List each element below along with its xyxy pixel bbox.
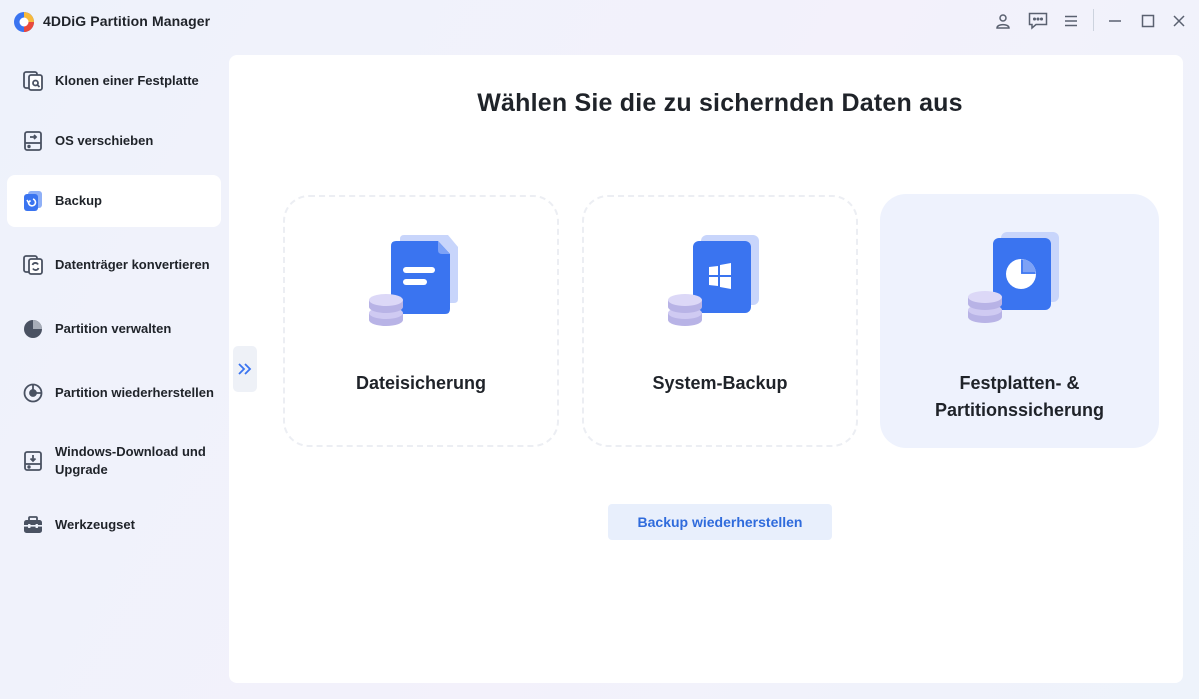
partition-recover-icon xyxy=(23,383,43,403)
sidebar-item-partition-manage[interactable]: Partition verwalten xyxy=(7,303,221,355)
double-chevron-right-icon xyxy=(238,363,252,375)
account-icon[interactable] xyxy=(992,10,1014,32)
partition-manage-icon xyxy=(24,320,42,338)
restore-backup-button[interactable]: Backup wiederherstellen xyxy=(608,504,832,540)
sidebar-item-toolbox[interactable]: Werkzeugset xyxy=(7,499,221,551)
sidebar-item-label: Werkzeugset xyxy=(55,517,135,532)
os-migrate-icon xyxy=(24,131,42,151)
app-logo-icon xyxy=(14,12,34,32)
sidebar-item-label: Partition wiederherstellen xyxy=(55,385,214,400)
page-title: Wählen Sie die zu sichernden Daten aus xyxy=(477,89,963,117)
card-label: Festplatten- & Partitionssicherung xyxy=(934,373,1105,420)
system-backup-card[interactable]: System-Backup xyxy=(582,195,858,447)
sidebar-item-label: Backup xyxy=(55,193,102,208)
sidebar-item-label: Windows-Download und Upgrade xyxy=(55,444,206,477)
sidebar-item-partition-recover[interactable]: Partition wiederherstellen xyxy=(7,367,221,419)
minimize-icon[interactable] xyxy=(1104,10,1126,32)
expand-sidebar-button[interactable] xyxy=(233,346,257,392)
sidebar-item-disk-clone[interactable]: Klonen einer Festplatte xyxy=(7,55,221,107)
file-backup-icon xyxy=(369,235,458,326)
close-icon[interactable] xyxy=(1168,10,1190,32)
title-bar: 4DDiG Partition Manager xyxy=(0,0,1199,42)
sidebar-item-label: Partition verwalten xyxy=(55,321,172,336)
menu-icon[interactable] xyxy=(1060,10,1082,32)
main-panel: Wählen Sie die zu sichernden Daten aus D… xyxy=(229,55,1183,683)
sidebar-item-label: Datenträger konvertieren xyxy=(55,257,210,272)
sidebar-item-disk-convert[interactable]: Datenträger konvertieren xyxy=(7,239,221,291)
disk-clone-icon xyxy=(23,71,43,91)
sidebar-item-backup[interactable]: Backup xyxy=(7,175,221,227)
file-backup-card[interactable]: Dateisicherung xyxy=(283,195,559,447)
card-label: System-Backup xyxy=(652,373,788,393)
feedback-icon[interactable] xyxy=(1027,10,1049,32)
sidebar-item-label: OS verschieben xyxy=(55,133,154,148)
sidebar-item-label: Klonen einer Festplatte xyxy=(55,73,199,88)
sidebar-item-windows-download[interactable]: Windows-Download und Upgrade xyxy=(7,435,221,487)
titlebar-divider xyxy=(1093,9,1094,31)
system-backup-icon xyxy=(668,235,759,326)
disk-partition-backup-card[interactable]: Festplatten- & Partitionssicherung xyxy=(880,194,1159,448)
disk-convert-icon xyxy=(23,255,43,275)
app-title: 4DDiG Partition Manager xyxy=(43,13,211,29)
backup-icon xyxy=(24,191,42,211)
disk-partition-backup-icon xyxy=(967,232,1059,323)
card-label: Dateisicherung xyxy=(355,373,487,393)
windows-download-icon xyxy=(24,451,42,471)
sidebar-item-os-migrate[interactable]: OS verschieben xyxy=(7,115,221,167)
toolbox-icon xyxy=(24,516,42,533)
maximize-icon[interactable] xyxy=(1137,10,1159,32)
